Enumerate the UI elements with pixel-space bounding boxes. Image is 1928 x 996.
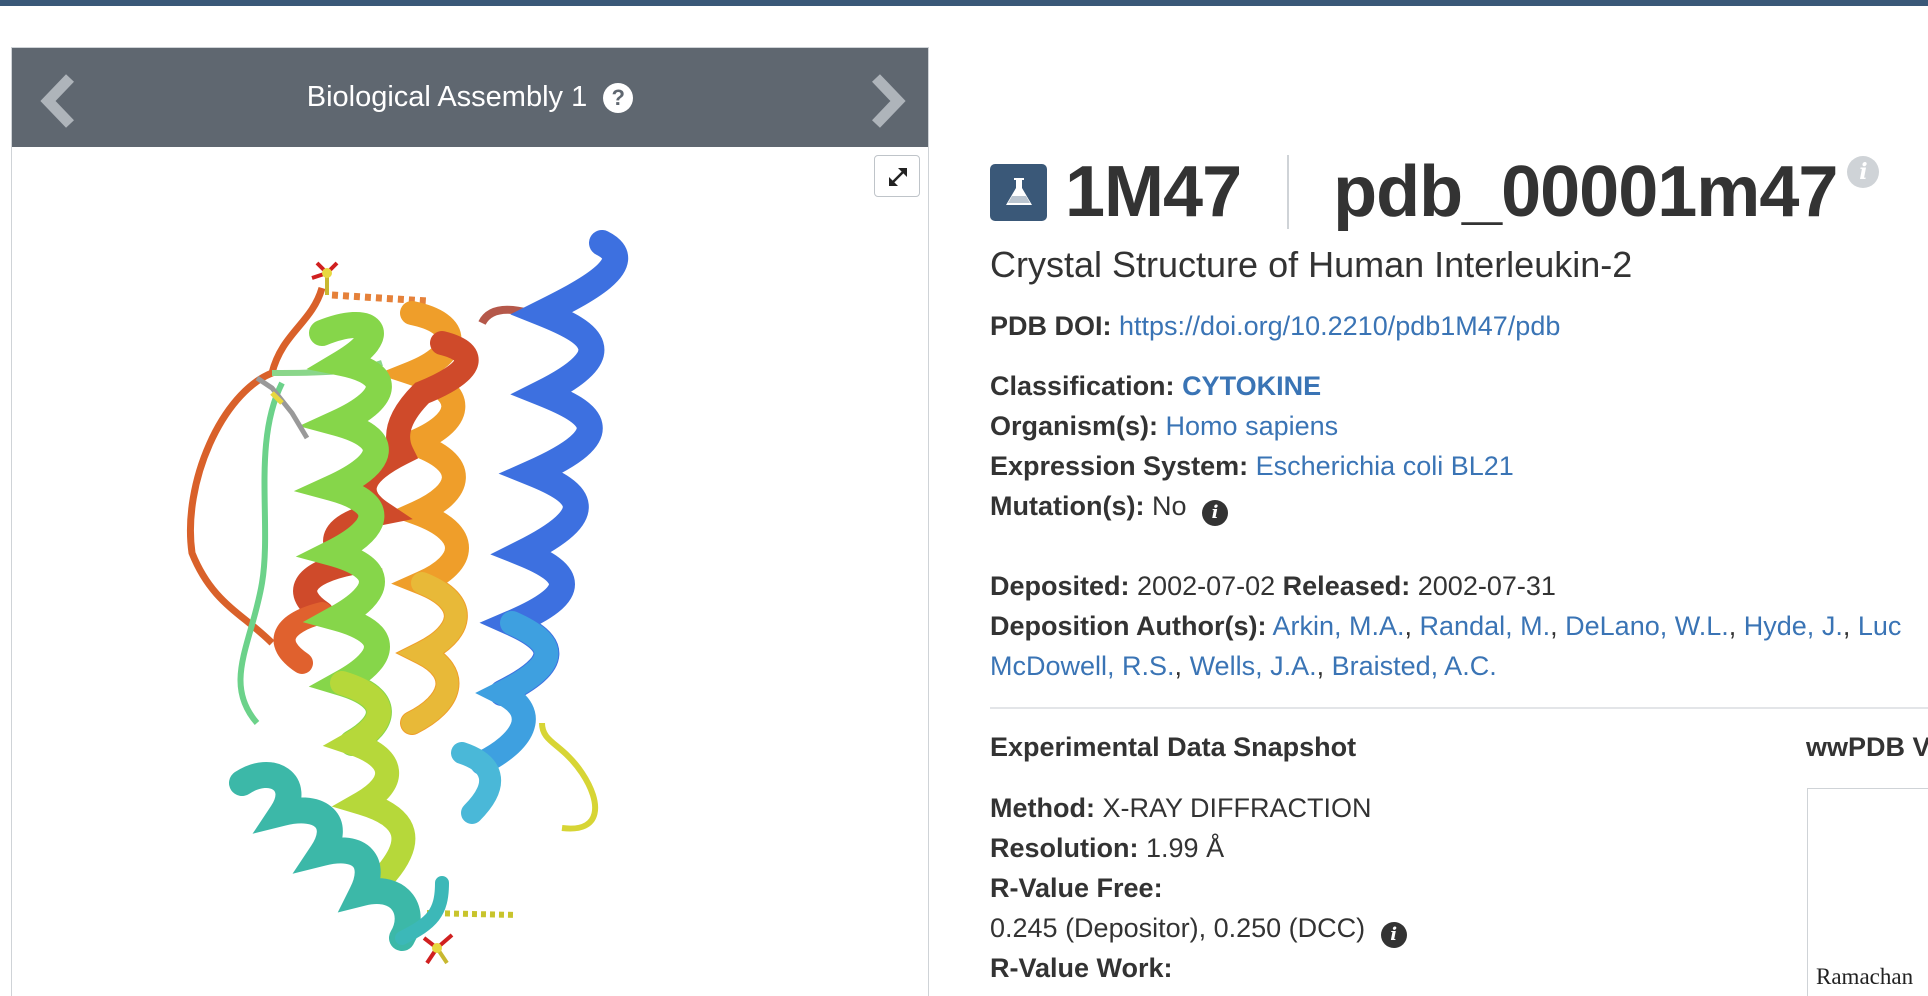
validation-caption: Ramachan [1816,964,1914,989]
fullscreen-button[interactable] [874,155,920,197]
author-link[interactable]: DeLano, W.L. [1565,611,1729,641]
author-link[interactable]: Randal, M. [1420,611,1551,641]
next-assembly-button[interactable] [860,72,910,130]
extended-pdb-id: pdb_00001m47 [1333,152,1838,232]
entry-title: Crystal Structure of Human Interleukin-2 [990,244,1633,285]
resolution-value: 1.99 Å [1146,833,1225,863]
top-bar [0,0,1928,6]
r-value-work-label: R-Value Work: [990,953,1173,983]
mutation-info-icon[interactable]: i [1202,500,1229,526]
r-value-free-row: R-Value Free: [990,868,1163,908]
authors-label: Deposition Author(s): [990,611,1267,641]
entry-id-separator [1287,155,1290,229]
released-label: Released: [1282,571,1411,601]
validation-title: wwPDB V [1806,732,1928,762]
classification-label: Classification: [990,371,1175,401]
expression-system-row: Expression System: Escherichia coli BL21 [990,446,1514,486]
viewer-title: Biological Assembly 1 ? [12,48,928,147]
expand-icon [889,168,907,186]
author-separator: , [1728,611,1737,641]
r-value-info-icon[interactable]: i [1380,922,1407,948]
r-value-free-value: 0.245 (Depositor), 0.250 (DCC) [990,913,1366,943]
mutation-row: Mutation(s): No i [990,486,1229,526]
previous-assembly-button[interactable] [36,72,86,130]
author-link[interactable]: Wells, J.A. [1190,651,1317,681]
dates-row: Deposited: 2002-07-02 Released: 2002-07-… [990,566,1556,606]
author-link[interactable]: McDowell, R.S. [990,651,1175,681]
resolution-row: Resolution: 1.99 Å [990,828,1224,868]
experimental-data-title: Experimental Data Snapshot [990,732,1357,762]
author-separator: , [1316,651,1325,681]
authors-row-1: Deposition Author(s): Arkin, M.A., Randa… [990,606,1901,646]
method-value: X-RAY DIFFRACTION [1102,793,1372,823]
author-separator: , [1550,611,1558,641]
r-value-free-value-row: 0.245 (Depositor), 0.250 (DCC) i [990,908,1407,948]
released-date: 2002-07-31 [1417,571,1556,601]
expression-system-label: Expression System: [990,451,1249,481]
chevron-left-icon [40,74,74,128]
expression-system-link[interactable]: Escherichia coli BL21 [1256,451,1514,481]
flask-icon [990,163,1047,221]
deposited-date: 2002-07-02 [1137,571,1276,601]
method-label: Method: [990,793,1095,823]
pdb-doi-link[interactable]: https://doi.org/10.2210/pdb1M47/pdb [1119,311,1560,341]
organism-link[interactable]: Homo sapiens [1166,411,1339,441]
sulfate-ligand-bottom [422,933,454,965]
classification-row: Classification: CYTOKINE [990,366,1321,406]
authors-row-2: McDowell, R.S., Wells, J.A., Braisted, A… [990,646,1497,686]
author-link[interactable]: Hyde, J. [1744,611,1843,641]
classification-link[interactable]: CYTOKINE [1182,371,1321,401]
entry-header: 1M47 pdb_00001m47 i [990,152,1880,232]
resolution-label: Resolution: [990,833,1139,863]
chevron-right-icon [872,74,906,128]
structure-viewer-panel: Biological Assembly 1 ? [11,47,929,996]
mutation-label: Mutation(s): [990,491,1145,521]
organism-row: Organism(s): Homo sapiens [990,406,1338,446]
pdb-doi-label: PDB DOI: [990,311,1112,341]
organism-label: Organism(s): [990,411,1159,441]
author-link[interactable]: Arkin, M.A. [1272,611,1404,641]
protein-ribbon-image[interactable] [162,223,762,996]
r-value-work-row: R-Value Work: [990,948,1173,988]
info-icon[interactable]: i [1847,156,1880,188]
author-link[interactable]: Luc [1858,611,1902,641]
author-separator: , [1404,611,1413,641]
section-divider [990,707,1928,709]
author-separator: , [1842,611,1851,641]
mutation-value: No [1151,491,1187,521]
pdb-doi-row: PDB DOI: https://doi.org/10.2210/pdb1M47… [990,306,1560,346]
author-link[interactable]: Braisted, A.C. [1332,651,1497,681]
deposited-label: Deposited: [990,571,1130,601]
entry-id: 1M47 [1065,152,1242,232]
author-separator: , [1174,651,1183,681]
r-value-free-label: R-Value Free: [990,873,1163,903]
method-row: Method: X-RAY DIFFRACTION [990,788,1372,828]
viewer-header: Biological Assembly 1 ? [12,48,928,147]
assembly-title: Biological Assembly 1 [306,81,588,113]
help-icon[interactable]: ? [603,82,634,113]
